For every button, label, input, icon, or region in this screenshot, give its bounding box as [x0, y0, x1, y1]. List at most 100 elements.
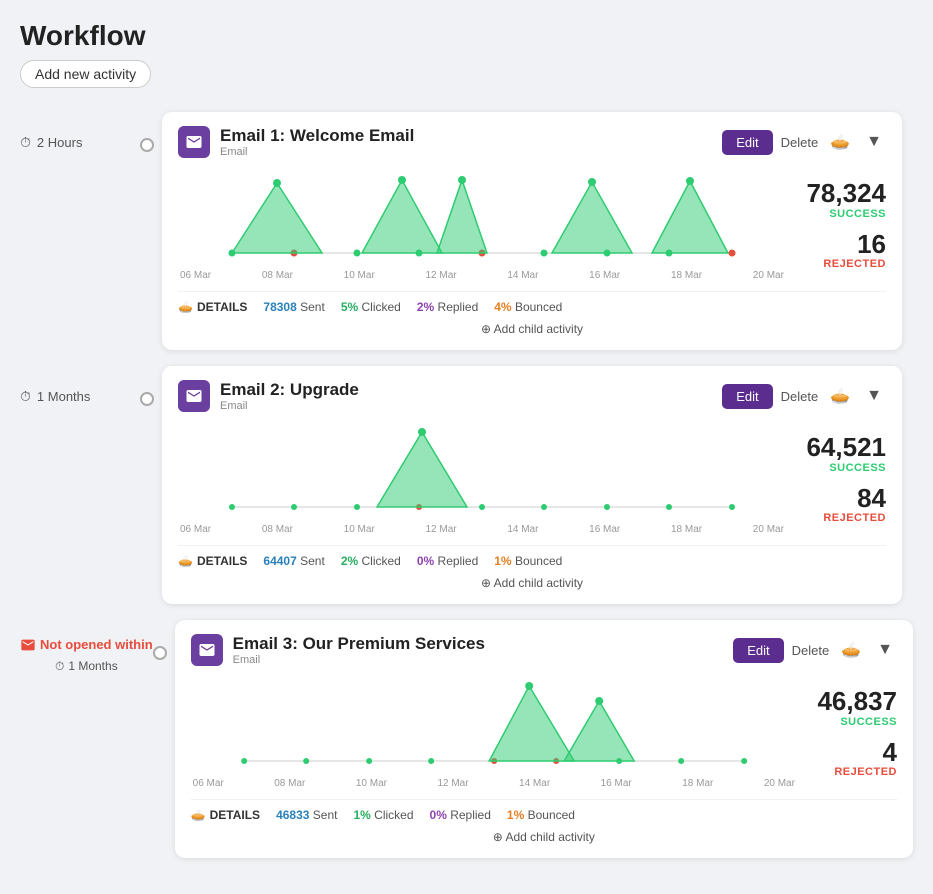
- timing-text-email2: 1 Months: [37, 389, 90, 404]
- bounced-stat-email2: 1%: [494, 554, 511, 568]
- card-title-email2: Email 2: Upgrade: [220, 380, 712, 400]
- rejected-value-email2: 84: [857, 484, 886, 513]
- bounced-stat-email3: 1%: [507, 808, 524, 822]
- connector-dot-email3: [153, 646, 167, 660]
- stats-area-email3: 46,837 SUCCESS 4 REJECTED: [797, 676, 897, 789]
- rejected-label-email2: REJECTED: [823, 512, 886, 524]
- timing-label-email1: ⏱ 2 Hours: [20, 112, 140, 151]
- chart-dates-email3: 06 Mar 08 Mar 10 Mar 12 Mar 14 Mar 16 Ma…: [191, 778, 797, 789]
- page-title: Workflow: [20, 20, 913, 52]
- filter-button-email3[interactable]: ▼: [873, 639, 897, 661]
- delete-button-email2[interactable]: Delete: [781, 389, 819, 404]
- sent-count-email2: 64407: [263, 554, 296, 568]
- add-child-row-email1[interactable]: ⊕ Add child activity: [178, 322, 886, 336]
- edit-button-email1[interactable]: Edit: [722, 130, 772, 155]
- card-header-email3: Email 3: Our Premium Services Email Edit…: [191, 634, 897, 666]
- add-child-row-email2[interactable]: ⊕ Add child activity: [178, 576, 886, 590]
- timing-text-email1: 2 Hours: [37, 135, 83, 150]
- rejected-label-email3: REJECTED: [834, 766, 897, 778]
- card-email1: Email 1: Welcome Email Email Edit Delete…: [162, 112, 902, 350]
- card-title-group-email3: Email 3: Our Premium Services Email: [233, 634, 724, 666]
- envelope-svg-email2: [185, 387, 203, 405]
- card-subtitle-email3: Email: [233, 654, 724, 666]
- clock-icon-email2: ⏱: [20, 388, 31, 405]
- details-bar-email1: 🥧 DETAILS 78308 Sent 5% Clicked 2% Repli…: [178, 291, 886, 314]
- filter-button-email1[interactable]: ▼: [862, 131, 886, 153]
- chart-svg-email2: [178, 422, 786, 522]
- email-icon-email2: [178, 380, 210, 412]
- details-link-email3[interactable]: 🥧 DETAILS: [191, 808, 260, 822]
- delete-button-email3[interactable]: Delete: [792, 643, 830, 658]
- card-actions-email2: Edit Delete 🥧 ▼: [722, 384, 886, 409]
- condition-text-email3: Not opened within: [40, 636, 153, 654]
- card-subtitle-email1: Email: [220, 146, 712, 158]
- rejected-label-email1: REJECTED: [823, 258, 886, 270]
- workflow-container: ⏱ 2 Hours Email 1: Welcome Email Email E…: [20, 112, 913, 874]
- card-header-email1: Email 1: Welcome Email Email Edit Delete…: [178, 126, 886, 158]
- add-new-activity-button[interactable]: Add new activity: [20, 60, 151, 88]
- filter-button-email2[interactable]: ▼: [862, 385, 886, 407]
- condition-months-email3: 1 Months: [68, 658, 117, 675]
- chart-svg-email1: [178, 168, 786, 268]
- clicked-stat-email1: 5%: [341, 300, 358, 314]
- card-actions-email3: Edit Delete 🥧 ▼: [733, 638, 897, 663]
- timing-label-email2: ⏱ 1 Months: [20, 366, 140, 405]
- envelope-condition-icon: [20, 637, 36, 653]
- rejected-value-email3: 4: [883, 738, 897, 767]
- card-email3: Email 3: Our Premium Services Email Edit…: [175, 620, 913, 858]
- chart-dates-email1: 06 Mar 08 Mar 10 Mar 12 Mar 14 Mar 16 Ma…: [178, 270, 786, 281]
- add-child-row-email3[interactable]: ⊕ Add child activity: [191, 830, 897, 844]
- replied-stat-email1: 2%: [417, 300, 434, 314]
- chart-dates-email2: 06 Mar 08 Mar 10 Mar 12 Mar 14 Mar 16 Ma…: [178, 524, 786, 535]
- stats-area-email2: 64,521 SUCCESS 84 REJECTED: [786, 422, 886, 535]
- details-link-email1[interactable]: 🥧 DETAILS: [178, 300, 247, 314]
- success-value-email3: 46,837: [817, 687, 897, 716]
- pie-chart-button-email2[interactable]: 🥧: [826, 384, 854, 408]
- success-label-email2: SUCCESS: [829, 462, 886, 474]
- chart-svg-email3: [191, 676, 797, 776]
- details-bar-email3: 🥧 DETAILS 46833 Sent 1% Clicked 0% Repli…: [191, 799, 897, 822]
- stats-area-email1: 78,324 SUCCESS 16 REJECTED: [786, 168, 886, 281]
- card-title-group-email2: Email 2: Upgrade Email: [220, 380, 712, 412]
- success-label-email1: SUCCESS: [829, 208, 886, 220]
- chart-stats-row-email3: 06 Mar 08 Mar 10 Mar 12 Mar 14 Mar 16 Ma…: [191, 676, 897, 789]
- edit-button-email2[interactable]: Edit: [722, 384, 772, 409]
- email-icon-email1: [178, 126, 210, 158]
- details-bar-email2: 🥧 DETAILS 64407 Sent 2% Clicked 0% Repli…: [178, 545, 886, 568]
- clicked-stat-email2: 2%: [341, 554, 358, 568]
- chart-area-email2: 06 Mar 08 Mar 10 Mar 12 Mar 14 Mar 16 Ma…: [178, 422, 786, 535]
- success-value-email1: 78,324: [806, 179, 886, 208]
- card-title-email3: Email 3: Our Premium Services: [233, 634, 724, 654]
- email-icon-email3: [191, 634, 223, 666]
- bounced-stat-email1: 4%: [494, 300, 511, 314]
- envelope-svg-email3: [198, 641, 216, 659]
- condition-label-email3: Not opened within ⏱ 1 Months: [20, 620, 153, 675]
- replied-stat-email2: 0%: [417, 554, 434, 568]
- sent-count-email3: 46833: [276, 808, 309, 822]
- pie-chart-button-email3[interactable]: 🥧: [837, 638, 865, 662]
- activity-row-email1: ⏱ 2 Hours Email 1: Welcome Email Email E…: [20, 112, 913, 350]
- edit-button-email3[interactable]: Edit: [733, 638, 783, 663]
- sent-count-email1: 78308: [263, 300, 296, 314]
- replied-stat-email3: 0%: [430, 808, 447, 822]
- pie-chart-button-email1[interactable]: 🥧: [826, 130, 854, 154]
- card-title-email1: Email 1: Welcome Email: [220, 126, 712, 146]
- card-email2: Email 2: Upgrade Email Edit Delete 🥧 ▼: [162, 366, 902, 604]
- chart-area-email1: 06 Mar 08 Mar 10 Mar 12 Mar 14 Mar 16 Ma…: [178, 168, 786, 281]
- rejected-value-email1: 16: [857, 230, 886, 259]
- details-link-email2[interactable]: 🥧 DETAILS: [178, 554, 247, 568]
- success-label-email3: SUCCESS: [840, 716, 897, 728]
- card-subtitle-email2: Email: [220, 400, 712, 412]
- card-title-group-email1: Email 1: Welcome Email Email: [220, 126, 712, 158]
- success-value-email2: 64,521: [806, 433, 886, 462]
- clicked-stat-email3: 1%: [353, 808, 370, 822]
- chart-area-email3: 06 Mar 08 Mar 10 Mar 12 Mar 14 Mar 16 Ma…: [191, 676, 797, 789]
- condition-sub-email3: ⏱ 1 Months: [20, 658, 153, 675]
- connector-dot-email2: [140, 392, 154, 406]
- envelope-svg: [185, 133, 203, 151]
- activity-row-email2: ⏱ 1 Months Email 2: Upgrade Email Edit D…: [20, 366, 913, 604]
- card-header-email2: Email 2: Upgrade Email Edit Delete 🥧 ▼: [178, 380, 886, 412]
- card-actions-email1: Edit Delete 🥧 ▼: [722, 130, 886, 155]
- activity-row-email3: Not opened within ⏱ 1 Months Email 3: Ou…: [20, 620, 913, 858]
- delete-button-email1[interactable]: Delete: [781, 135, 819, 150]
